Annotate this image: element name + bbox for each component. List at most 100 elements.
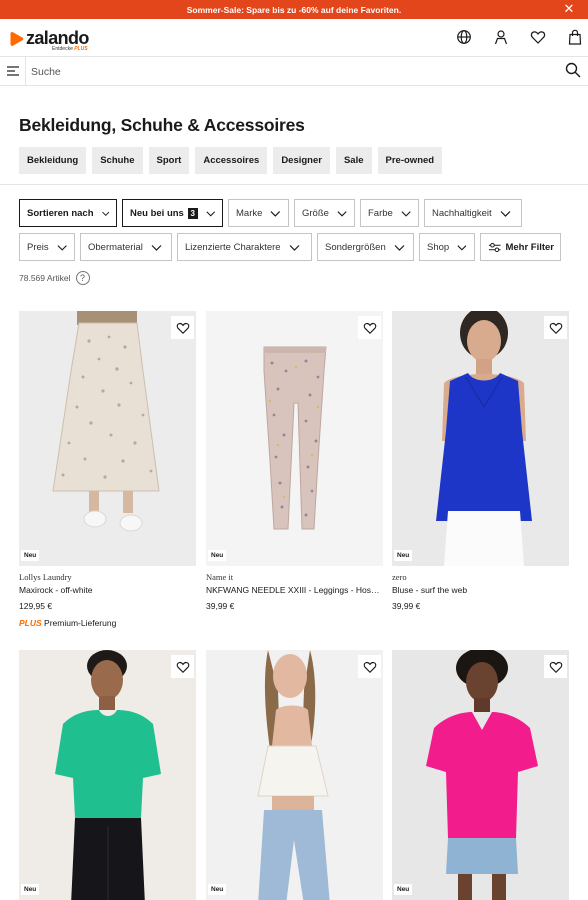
header: zalando Entdecke PLUS bbox=[0, 19, 588, 57]
result-count-text: 78.569 Artikel bbox=[19, 273, 71, 283]
category-chip-accessoires[interactable]: Accessoires bbox=[195, 147, 268, 174]
filter-label: Mehr Filter bbox=[505, 241, 554, 253]
new-badge: Neu bbox=[21, 884, 40, 895]
filter-plus-sizes[interactable]: Sondergrößen bbox=[317, 233, 414, 261]
filter-sustainability[interactable]: Nachhaltigkeit bbox=[424, 199, 522, 227]
wishlist-button[interactable] bbox=[358, 655, 381, 678]
user-icon[interactable] bbox=[493, 29, 509, 45]
filter-label: Marke bbox=[236, 207, 263, 219]
new-badge: Neu bbox=[208, 550, 227, 561]
filter-upper-material[interactable]: Obermaterial bbox=[80, 233, 172, 261]
heart-icon bbox=[549, 661, 562, 673]
product-photo-white-top bbox=[206, 650, 383, 900]
filter-new-arrivals[interactable]: Neu bei uns 3 bbox=[122, 199, 223, 227]
product-card[interactable]: Neu bbox=[19, 650, 196, 900]
globe-icon[interactable] bbox=[456, 29, 472, 45]
product-brand: Lollys Laundry bbox=[19, 572, 72, 582]
product-photo-leggings bbox=[206, 311, 383, 566]
chevron-down-icon bbox=[270, 210, 281, 217]
product-card[interactable]: Neu bbox=[206, 650, 383, 900]
zalando-logo[interactable]: zalando Entdecke PLUS bbox=[10, 29, 89, 52]
sort-dropdown[interactable]: Sortieren nach bbox=[19, 199, 117, 227]
filter-size[interactable]: Größe bbox=[294, 199, 355, 227]
heart-icon bbox=[176, 322, 189, 334]
filter-label: Nachhaltigkeit bbox=[432, 207, 492, 219]
product-image[interactable]: Neu bbox=[19, 650, 196, 900]
product-card[interactable]: Neu zero Bluse - surf the web 39,99 € bbox=[392, 311, 569, 611]
category-chips: Bekleidung Schuhe Sport Accessoires Desi… bbox=[19, 147, 443, 174]
product-brand: zero bbox=[392, 572, 407, 582]
filter-color[interactable]: Farbe bbox=[360, 199, 419, 227]
category-chip-sale[interactable]: Sale bbox=[335, 147, 372, 174]
help-icon[interactable]: ? bbox=[75, 271, 90, 285]
filter-shop[interactable]: Shop bbox=[419, 233, 475, 261]
search-bar bbox=[0, 57, 588, 86]
filter-label: Neu bei uns bbox=[130, 207, 184, 219]
heart-icon bbox=[176, 661, 189, 673]
zalando-logo-icon bbox=[10, 32, 24, 46]
product-image[interactable]: Neu bbox=[19, 311, 196, 566]
result-count: 78.569 Artikel ? bbox=[19, 271, 90, 285]
category-chip-schuhe[interactable]: Schuhe bbox=[92, 147, 143, 174]
new-badge: Neu bbox=[208, 884, 227, 895]
product-image[interactable]: Neu bbox=[392, 311, 569, 566]
chevron-down-icon bbox=[151, 244, 162, 251]
chevron-down-icon bbox=[57, 244, 67, 251]
plus-delivery: PLUS Premium-Lieferung bbox=[19, 618, 196, 628]
heart-icon bbox=[363, 322, 376, 334]
sliders-icon bbox=[488, 242, 501, 252]
promo-text: Sommer-Sale: Spare bis zu -60% auf deine… bbox=[186, 4, 402, 15]
chevron-down-icon bbox=[401, 210, 411, 217]
more-filters-button[interactable]: Mehr Filter bbox=[480, 233, 561, 261]
category-chip-pre-owned[interactable]: Pre-owned bbox=[377, 147, 443, 174]
chevron-down-icon bbox=[289, 244, 300, 251]
product-name: Maxirock - off-white bbox=[19, 585, 93, 595]
divider bbox=[25, 57, 26, 86]
category-chip-designer[interactable]: Designer bbox=[273, 147, 330, 174]
filter-label: Größe bbox=[302, 207, 329, 219]
product-name: NKFWANG NEEDLE XXIII - Leggings - Hos… bbox=[206, 585, 380, 595]
chevron-down-icon bbox=[394, 244, 405, 251]
product-price: 39,99 € bbox=[206, 601, 235, 611]
heart-icon bbox=[363, 661, 376, 673]
wishlist-button[interactable] bbox=[171, 655, 194, 678]
heart-icon bbox=[549, 322, 562, 334]
wishlist-button[interactable] bbox=[171, 316, 194, 339]
wishlist-button[interactable] bbox=[544, 655, 567, 678]
filter-licensed-characters[interactable]: Lizenzierte Charaktere bbox=[177, 233, 312, 261]
chevron-down-icon bbox=[101, 211, 109, 216]
product-image[interactable]: Neu bbox=[392, 650, 569, 900]
search-icon[interactable] bbox=[565, 62, 581, 78]
heart-icon[interactable] bbox=[530, 29, 546, 45]
promo-banner[interactable]: Sommer-Sale: Spare bis zu -60% auf deine… bbox=[0, 0, 588, 19]
product-card[interactable]: Neu Name it NKFWANG NEEDLE XXIII - Leggi… bbox=[206, 311, 383, 611]
filter-label: Preis bbox=[27, 241, 49, 253]
product-photo-green-tshirt bbox=[19, 650, 196, 900]
chevron-down-icon bbox=[500, 210, 511, 217]
filter-label: Lizenzierte Charaktere bbox=[185, 241, 281, 253]
filter-price[interactable]: Preis bbox=[19, 233, 75, 261]
search-input[interactable] bbox=[31, 61, 551, 82]
bag-icon[interactable] bbox=[567, 29, 583, 45]
product-image[interactable]: Neu bbox=[206, 650, 383, 900]
category-chip-bekleidung[interactable]: Bekleidung bbox=[19, 147, 87, 174]
product-price: 39,99 € bbox=[392, 601, 421, 611]
chevron-down-icon bbox=[205, 210, 215, 216]
delivery-text: Premium-Lieferung bbox=[41, 618, 117, 628]
category-chip-sport[interactable]: Sport bbox=[148, 147, 190, 174]
wishlist-button[interactable] bbox=[544, 316, 567, 339]
filter-count-badge: 3 bbox=[187, 207, 198, 219]
filter-label: Sondergrößen bbox=[325, 241, 386, 253]
filter-row-1: Sortieren nach Neu bei uns 3 Marke Größe… bbox=[19, 199, 522, 227]
product-card[interactable]: Neu Lollys Laundry Maxirock - off-white … bbox=[19, 311, 196, 628]
filter-brand[interactable]: Marke bbox=[228, 199, 289, 227]
product-name: Bluse - surf the web bbox=[392, 585, 468, 595]
wishlist-button[interactable] bbox=[358, 316, 381, 339]
divider bbox=[0, 184, 588, 185]
close-icon[interactable]: ✕ bbox=[563, 2, 575, 15]
product-image[interactable]: Neu bbox=[206, 311, 383, 566]
menu-icon[interactable] bbox=[6, 64, 20, 78]
page-title: Bekleidung, Schuhe & Accessoires bbox=[19, 115, 305, 135]
product-card[interactable]: Neu bbox=[392, 650, 569, 900]
logo-subline: Entdecke PLUS bbox=[52, 46, 88, 52]
